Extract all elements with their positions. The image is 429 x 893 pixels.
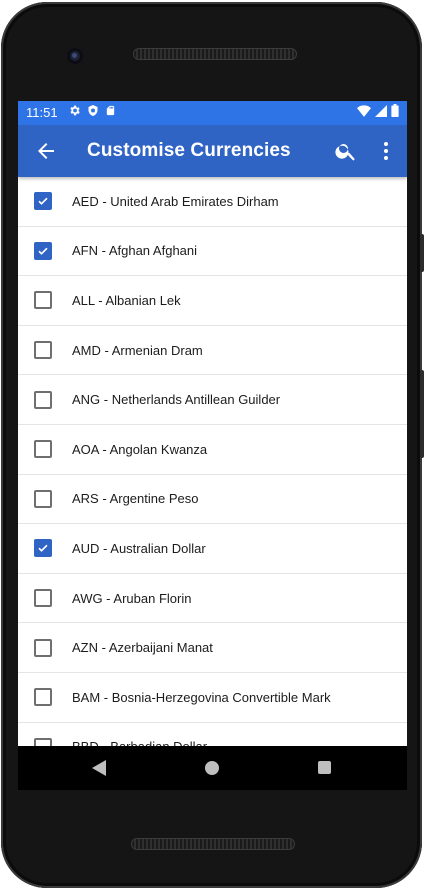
currency-label: AFN - Afghan Afghani [72, 243, 198, 259]
checkmark-icon [38, 545, 48, 553]
status-time: 11:51 [26, 105, 58, 120]
wifi-icon [357, 104, 371, 122]
app-bar: Customise Currencies [18, 125, 407, 177]
currency-row[interactable]: AMD - Armenian Dram [18, 326, 407, 376]
currency-label: BAM - Bosnia-Herzegovina Convertible Mar… [72, 689, 331, 705]
currency-row[interactable]: AED - United Arab Emirates Dirham [18, 177, 407, 227]
currency-row[interactable]: BAM - Bosnia-Herzegovina Convertible Mar… [18, 673, 407, 723]
currency-row[interactable]: ARS - Argentine Peso [18, 475, 407, 525]
currency-checkbox[interactable] [34, 440, 52, 459]
currency-row[interactable]: ALL - Albanian Lek [18, 276, 407, 326]
currency-checkbox[interactable] [34, 688, 52, 707]
checkmark-icon [38, 247, 48, 255]
currency-row[interactable]: BBD - Barbadian Dollar [18, 723, 407, 746]
checkmark-icon [38, 197, 48, 206]
currency-checkbox[interactable] [34, 341, 52, 360]
power-button [420, 234, 424, 272]
currency-list: AED - United Arab Emirates Dirham AFN - A… [18, 177, 407, 746]
battery-icon [391, 104, 399, 122]
status-bar: 11:51 [18, 101, 407, 125]
front-camera [67, 48, 83, 64]
currency-label: AZN - Azerbaijani Manat [72, 640, 213, 656]
nav-recents-icon[interactable] [318, 761, 331, 774]
currency-row[interactable]: AWG - Aruban Florin [18, 574, 407, 624]
currency-checkbox[interactable] [34, 192, 52, 211]
signal-icon [375, 104, 387, 122]
currency-checkbox[interactable] [34, 737, 52, 746]
currency-label: AUD - Australian Dollar [72, 540, 206, 556]
currency-label: ARS - Argentine Peso [72, 491, 199, 507]
currency-label: AOA - Angolan Kwanza [72, 441, 208, 457]
currency-label: ANG - Netherlands Antillean Guilder [72, 392, 281, 408]
currency-checkbox[interactable] [34, 390, 52, 409]
search-icon[interactable] [334, 139, 358, 163]
currency-label: AMD - Armenian Dram [72, 342, 203, 358]
currency-checkbox[interactable] [34, 539, 52, 558]
navigation-bar [18, 746, 407, 790]
currency-checkbox[interactable] [34, 291, 52, 310]
currency-row[interactable]: AZN - Azerbaijani Manat [18, 623, 407, 673]
nav-home-icon[interactable] [205, 761, 219, 775]
bottom-speaker [131, 838, 295, 850]
currency-label: AWG - Aruban Florin [72, 590, 192, 606]
volume-button [420, 370, 424, 458]
currency-checkbox[interactable] [34, 241, 52, 260]
currency-row[interactable]: AOA - Angolan Kwanza [18, 425, 407, 475]
currency-checkbox[interactable] [34, 489, 52, 508]
sd-card-icon [105, 104, 116, 122]
currency-row[interactable]: ANG - Netherlands Antillean Guilder [18, 375, 407, 425]
arrow-back-icon[interactable] [34, 139, 58, 163]
currency-checkbox[interactable] [34, 589, 52, 608]
currency-row[interactable]: AUD - Australian Dollar [18, 524, 407, 574]
shield-icon [87, 104, 99, 122]
screen: 11:51 Customise Currencies AED - United … [18, 101, 407, 746]
nav-back-icon[interactable] [92, 760, 106, 781]
currency-row[interactable]: AFN - Afghan Afghani [18, 227, 407, 277]
currency-label: AED - United Arab Emirates Dirham [72, 193, 279, 209]
currency-label: ALL - Albanian Lek [72, 292, 181, 308]
currency-checkbox[interactable] [34, 638, 52, 657]
top-speaker [133, 48, 297, 60]
more-vert-icon[interactable] [374, 139, 398, 163]
page-title: Customise Currencies [87, 140, 291, 161]
gear-icon [68, 104, 81, 122]
currency-label: BBD - Barbadian Dollar [72, 739, 207, 746]
